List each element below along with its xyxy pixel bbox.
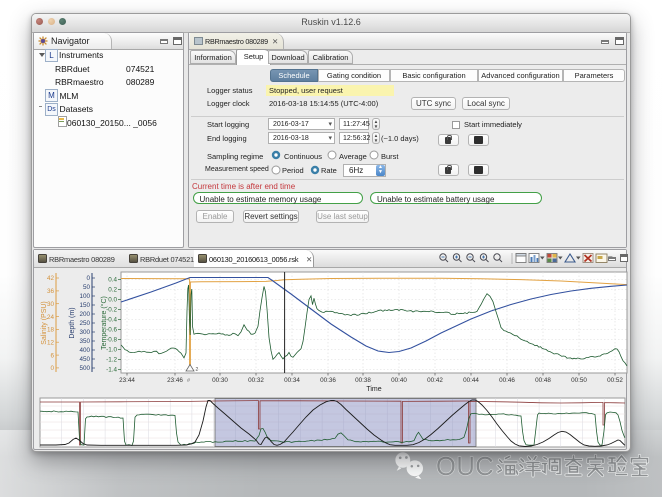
svg-text:-1.2: -1.2 [106,357,117,364]
svg-text:00:50: 00:50 [571,377,587,384]
svg-text:00:52: 00:52 [607,377,623,384]
svg-text:00:38: 00:38 [355,377,371,384]
svg-text:30: 30 [47,301,55,308]
svg-text:00:42: 00:42 [427,377,443,384]
svg-text:300: 300 [79,329,90,336]
svg-text:36: 36 [47,288,55,295]
svg-text:23:46: 23:46 [167,377,183,384]
svg-text:200: 200 [79,311,90,318]
svg-text:Temperature (°C): Temperature (°C) [100,296,108,350]
svg-text:00:40: 00:40 [391,377,407,384]
svg-text:#: # [187,378,191,384]
svg-text:6: 6 [50,352,54,359]
svg-text:Depth (m): Depth (m) [69,307,76,338]
svg-text:500: 500 [79,365,90,372]
svg-text:0: 0 [50,365,54,372]
svg-text:00:32: 00:32 [248,377,264,384]
svg-text:18: 18 [47,327,55,334]
svg-text:2: 2 [196,367,199,373]
svg-text:450: 450 [79,356,90,363]
svg-text:24: 24 [47,314,55,321]
svg-text:50: 50 [83,284,91,291]
svg-text:-1.4: -1.4 [106,367,117,374]
svg-text:23:44: 23:44 [119,377,135,384]
svg-text:12: 12 [47,339,55,346]
svg-text:400: 400 [79,347,90,354]
svg-text:00:36: 00:36 [320,377,336,384]
svg-text:350: 350 [79,338,90,345]
svg-text:0.2: 0.2 [108,287,117,294]
svg-text:Time: Time [366,386,381,393]
svg-text:00:46: 00:46 [499,377,515,384]
svg-text:0.4: 0.4 [108,277,117,284]
svg-text:100: 100 [79,293,90,300]
svg-text:0: 0 [86,275,90,282]
svg-text:00:34: 00:34 [284,377,300,384]
svg-text:00:44: 00:44 [463,377,479,384]
svg-text:250: 250 [79,320,90,327]
svg-text:00:30: 00:30 [212,377,228,384]
svg-text:42: 42 [47,275,55,282]
svg-text:0.0: 0.0 [108,297,117,304]
svg-text:150: 150 [79,302,90,309]
svg-text:00:48: 00:48 [535,377,551,384]
svg-text:OUC: OUC [436,453,494,481]
svg-text:Salinity (PSU): Salinity (PSU) [41,301,48,345]
